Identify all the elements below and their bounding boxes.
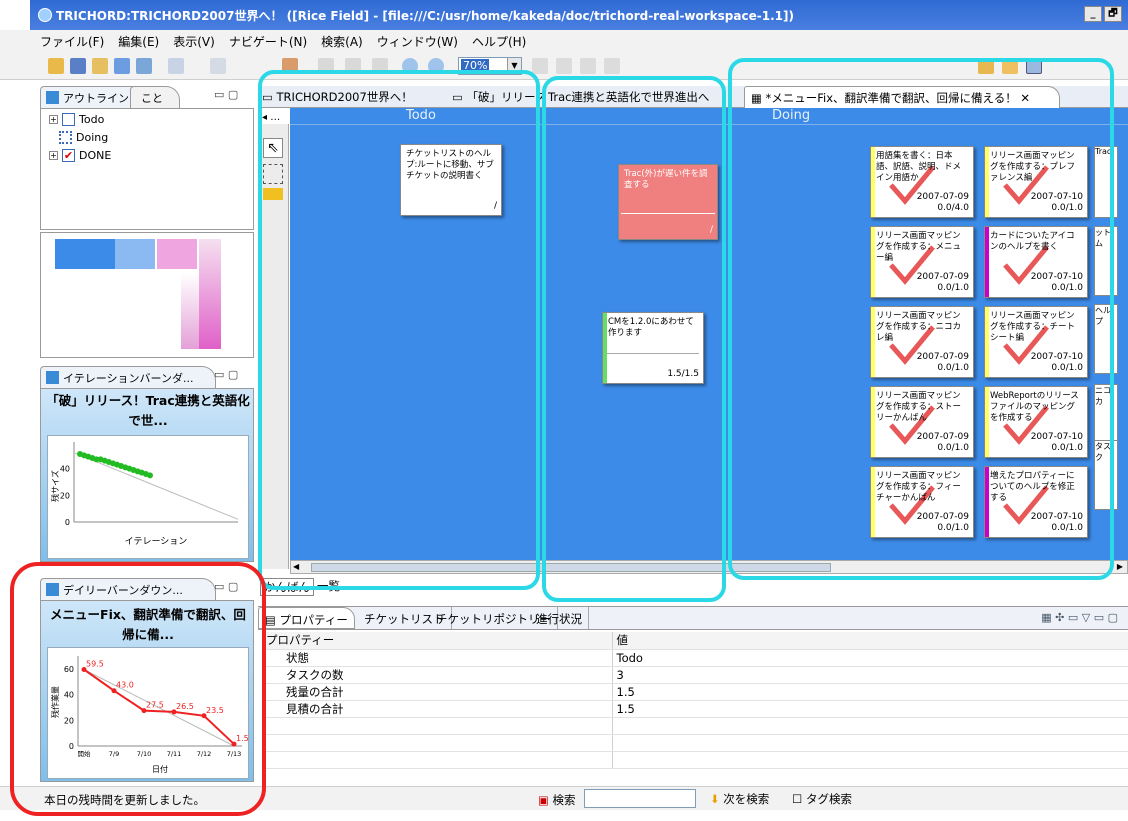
outline-icon — [46, 91, 59, 104]
properties-table: プロパティー 値 状態 Todo タスクの数 3 残量の合計 1.5 見積の合計 1.5 — [262, 632, 1128, 769]
next-search-button[interactable]: ⬇ 次を検索 — [710, 791, 769, 807]
tab-outline-label: アウトライン — [63, 92, 129, 105]
window-titlebar: TRICHORD:TRICHORD2007世界へ！ ([Rice Field] … — [30, 0, 1128, 30]
search-label: ▣ 検索 — [538, 792, 576, 808]
export-icon[interactable] — [580, 58, 596, 74]
tab-progress[interactable]: 進行状況 — [530, 607, 589, 629]
tree-item-label: Todo — [79, 113, 105, 126]
app-icon — [38, 8, 52, 22]
property-value: 1.5 — [612, 683, 1128, 701]
tag-search-checkbox[interactable]: ☐ タグ検索 — [792, 791, 852, 807]
column-header[interactable]: 値 — [612, 632, 1128, 650]
tree-item-done[interactable]: + ✔ DONE — [49, 149, 111, 162]
print-icon[interactable] — [136, 58, 152, 74]
restore-button[interactable]: 🗗 — [1104, 6, 1122, 22]
open-icon[interactable] — [92, 58, 108, 74]
tree-item-label: DONE — [79, 149, 112, 162]
table-row[interactable]: 状態 Todo — [262, 649, 1128, 667]
tree-item-doing[interactable]: Doing — [59, 131, 108, 144]
tab-iteration-label: イテレーションバーンダ... — [63, 372, 194, 385]
new-icon[interactable] — [114, 58, 130, 74]
menu-help[interactable]: ヘルプ(H) — [472, 33, 526, 50]
view-menu-icon[interactable]: ▦ ✣ ▭ ▽ ▭ ▢ — [1041, 611, 1118, 624]
menu-navigate[interactable]: ナビゲート(N) — [229, 33, 307, 50]
tree-item-todo[interactable]: + Todo — [49, 113, 104, 126]
property-value: Todo — [612, 649, 1128, 667]
minimize-panel-icon[interactable]: ▭ ▢ — [214, 368, 238, 381]
checkbox-icon — [62, 113, 75, 126]
highlight-doing-region — [728, 58, 1114, 580]
table-row[interactable]: タスクの数 3 — [262, 666, 1128, 684]
tab-koto-label: こと — [141, 92, 163, 105]
next-search-label: 次を検索 — [723, 792, 770, 806]
menu-window[interactable]: ウィンドウ(W) — [377, 33, 458, 50]
tag-icon[interactable] — [604, 58, 620, 74]
save-icon[interactable] — [70, 58, 86, 74]
search-icon: ▣ — [538, 793, 549, 807]
y-tick-label: 0 — [65, 518, 70, 527]
highlight-middle-region — [542, 76, 726, 602]
table-row[interactable]: 残量の合計 1.5 — [262, 683, 1128, 701]
search-input[interactable] — [584, 789, 696, 808]
tab-koto[interactable]: こと — [130, 86, 180, 108]
tab-iteration-burndown[interactable]: イテレーションバーンダ... — [40, 366, 216, 388]
expand-icon[interactable]: + — [49, 151, 58, 160]
minimize-button[interactable]: _ — [1084, 6, 1102, 22]
table-row[interactable]: 見積の合計 1.5 — [262, 700, 1128, 718]
checkmark-icon: ✔ — [62, 149, 75, 162]
iteration-burndown-panel: 「破」リリース！Trac連携と英語化で世... 0 20 40 残サイズイテレーション — [40, 388, 254, 562]
property-value: 3 — [612, 666, 1128, 684]
property-name: タスクの数 — [262, 666, 613, 684]
menu-bar: ファイル(F) 編集(E) 表示(V) ナビゲート(N) 検索(A) ウィンドウ… — [0, 30, 1128, 52]
tree-item-label: Doing — [76, 131, 109, 144]
property-name: 状態 — [262, 649, 613, 667]
tab-label: プロパティー — [279, 613, 348, 627]
align-icon[interactable] — [556, 58, 572, 74]
minimap-viewport[interactable] — [55, 239, 115, 269]
tag-search-label: タグ検索 — [805, 792, 852, 806]
menu-edit[interactable]: 編集(E) — [118, 33, 159, 50]
menu-view[interactable]: 表示(V) — [173, 33, 215, 50]
layout-icon[interactable] — [532, 58, 548, 74]
highlight-todo-region — [258, 70, 540, 590]
property-value: 1.5 — [612, 700, 1128, 718]
highlight-daily-burndown — [10, 562, 266, 816]
data-point — [147, 472, 153, 479]
window-title: TRICHORD:TRICHORD2007世界へ！ ([Rice Field] … — [56, 9, 794, 23]
tab-label: 進行状況 — [536, 612, 582, 626]
open-folder-icon[interactable] — [48, 58, 64, 74]
column-header[interactable]: プロパティー — [262, 632, 613, 650]
doing-icon — [59, 131, 72, 144]
menu-file[interactable]: ファイル(F) — [40, 33, 104, 50]
back-icon[interactable] — [168, 58, 184, 74]
property-name: 残量の合計 — [262, 683, 613, 701]
search-label-text: 検索 — [552, 793, 576, 807]
iteration-chart-area: 0 20 40 残サイズイテレーション — [47, 435, 249, 559]
tab-properties[interactable]: ▤ プロパティー — [258, 607, 355, 629]
bottom-tab-bar: ▤ プロパティー チケットリスト チケットリポジトリー 進行状況 ▦ ✣ ▭ ▽… — [258, 606, 1128, 630]
chart-icon — [46, 371, 59, 384]
minimize-panel-icon[interactable]: ▭ ▢ — [214, 88, 238, 101]
y-tick-label: 40 — [60, 465, 70, 474]
board-minimap[interactable] — [40, 232, 254, 358]
iteration-burndown-chart: 0 20 40残サイズイテレーション — [50, 442, 239, 547]
scroll-right-icon[interactable]: ▶ — [1117, 562, 1123, 571]
forward-icon[interactable] — [210, 58, 226, 74]
x-axis-label: イテレーション — [125, 536, 188, 547]
y-tick-label: 20 — [60, 491, 70, 500]
property-name: 見積の合計 — [262, 700, 613, 718]
y-axis-label: 残サイズ — [50, 470, 60, 502]
ideal-line — [73, 452, 239, 520]
expand-icon[interactable]: + — [49, 115, 58, 124]
arrow-down-icon: ⬇ — [710, 792, 720, 806]
chart-title: 「破」リリース！Trac連携と英語化で世... — [46, 393, 250, 428]
menu-search[interactable]: 検索(A) — [321, 33, 363, 50]
outline-tree: + Todo Doing + ✔ DONE — [40, 108, 254, 230]
